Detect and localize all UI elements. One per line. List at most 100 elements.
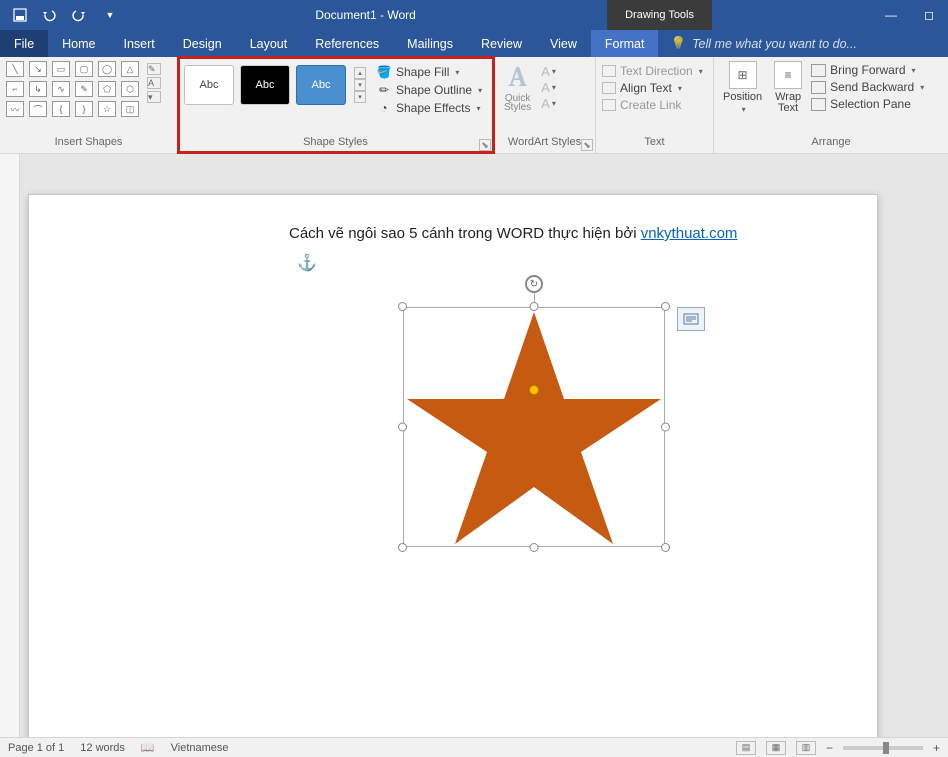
group-label-shape-styles: Shape Styles [184, 135, 487, 153]
view-print-layout[interactable]: ▦ [766, 741, 786, 755]
create-link-button[interactable]: Create Link [602, 98, 681, 112]
shape-triangle[interactable]: △ [121, 61, 139, 77]
zoom-in-button[interactable]: + [933, 741, 940, 755]
shape-gallery-more: ✎ A ▾ [145, 61, 163, 105]
edit-shape-button[interactable]: ✎ [147, 63, 161, 75]
text-fill-button[interactable]: A▾ [541, 64, 556, 79]
layout-options-button[interactable] [677, 307, 705, 331]
text-direction-icon [602, 65, 616, 77]
view-read-mode[interactable]: ▤ [736, 741, 756, 755]
shape-elbow[interactable]: ⌐ [6, 81, 24, 97]
resize-handle-ne[interactable] [661, 302, 670, 311]
tab-layout[interactable]: Layout [236, 30, 302, 57]
shape-curve-conn[interactable]: ∿ [52, 81, 70, 97]
text-outline-button[interactable]: A▾ [541, 80, 556, 95]
tab-insert[interactable]: Insert [110, 30, 169, 57]
style-more[interactable]: ▾ [354, 91, 366, 103]
position-button[interactable]: ⊞ Position▾ [720, 61, 765, 114]
shape-arrow[interactable]: ↘ [29, 61, 47, 77]
shape-effects-label: Shape Effects [396, 101, 471, 115]
shape-curve[interactable]: 〰 [6, 101, 24, 117]
shape-rect[interactable]: ▭ [52, 61, 70, 77]
tab-file[interactable]: File [0, 30, 48, 57]
tab-home[interactable]: Home [48, 30, 109, 57]
wordart-styles-label: Styles [504, 102, 531, 113]
selection-pane-button[interactable]: Selection Pane [811, 97, 924, 111]
save-button[interactable] [6, 1, 34, 29]
wordart-quick-styles[interactable]: A Quick Styles [500, 61, 535, 113]
shape-star[interactable]: ☆ [98, 101, 116, 117]
shape-arc[interactable]: ⌒ [29, 101, 47, 117]
view-web-layout[interactable]: ▥ [796, 741, 816, 755]
shape-style-3[interactable]: Abc [296, 65, 346, 105]
shape-style-2[interactable]: Abc [240, 65, 290, 105]
shape-elbow-arrow[interactable]: ↳ [29, 81, 47, 97]
tab-view[interactable]: View [536, 30, 591, 57]
restore-button[interactable]: ◻ [910, 0, 948, 30]
status-word-count[interactable]: 12 words [80, 742, 125, 754]
style-scroll-up[interactable]: ▴ [354, 67, 366, 79]
shape-brace-r[interactable]: } [75, 101, 93, 117]
qat-customize[interactable]: ▼ [96, 1, 124, 29]
status-proofing-icon[interactable]: 📖 [141, 741, 155, 754]
page[interactable]: Cách vẽ ngôi sao 5 cánh trong WORD thực … [28, 194, 878, 737]
text-direction-button[interactable]: Text Direction▾ [602, 64, 703, 78]
shape-roundrect[interactable]: ▢ [75, 61, 93, 77]
align-text-button[interactable]: Align Text▾ [602, 81, 682, 95]
quick-access-toolbar: ▼ [0, 1, 124, 29]
tell-me-search[interactable]: 💡Tell me what you want to do... [658, 30, 948, 57]
undo-button[interactable] [36, 1, 64, 29]
text-effects-button[interactable]: A▾ [541, 96, 556, 111]
shape-more[interactable]: ▾ [147, 91, 161, 103]
shape-line[interactable]: ╲ [6, 61, 24, 77]
rotate-handle[interactable]: ↻ [525, 275, 543, 293]
anchor-icon[interactable]: ⚓ [297, 253, 317, 273]
shape-style-gallery[interactable]: Abc Abc Abc ▴ ▾ ▾ [184, 61, 366, 105]
redo-button[interactable] [66, 1, 94, 29]
selected-shape[interactable]: ↻ [403, 307, 665, 547]
resize-handle-n[interactable] [530, 302, 539, 311]
style-scroll-down[interactable]: ▾ [354, 79, 366, 91]
shape-oval[interactable]: ◯ [98, 61, 116, 77]
shape-hex[interactable]: ⬡ [121, 81, 139, 97]
shape-polygon[interactable]: ⬠ [98, 81, 116, 97]
tab-references[interactable]: References [301, 30, 393, 57]
resize-handle-sw[interactable] [398, 543, 407, 552]
shape-outline-button[interactable]: ✏Shape Outline▾ [376, 83, 482, 97]
resize-handle-se[interactable] [661, 543, 670, 552]
zoom-thumb[interactable] [883, 742, 889, 754]
shape-brace[interactable]: { [52, 101, 70, 117]
adjustment-handle[interactable] [529, 385, 539, 395]
zoom-slider[interactable] [843, 746, 923, 750]
dialog-launcher-shape-styles[interactable]: ⬊ [479, 139, 491, 151]
shape-effects-button[interactable]: ◔Shape Effects▾ [376, 101, 482, 115]
resize-handle-s[interactable] [530, 543, 539, 552]
tab-design[interactable]: Design [169, 30, 236, 57]
text-box-button[interactable]: A [147, 77, 161, 89]
bring-forward-button[interactable]: Bring Forward ▾ [811, 63, 924, 77]
hyperlink[interactable]: vnkythuat.com [641, 225, 738, 242]
shape-fill-label: Shape Fill [396, 65, 449, 79]
shape-fill-button[interactable]: 🪣Shape Fill▾ [376, 65, 482, 79]
body-text[interactable]: Cách vẽ ngôi sao 5 cánh trong WORD thực … [289, 225, 737, 243]
status-language[interactable]: Vietnamese [171, 742, 229, 754]
shape-callout[interactable]: ◫ [121, 101, 139, 117]
bring-forward-label: Bring Forward [830, 63, 905, 77]
star-shape[interactable] [403, 307, 665, 547]
dialog-launcher-wordart[interactable]: ⬊ [581, 139, 593, 151]
status-page[interactable]: Page 1 of 1 [8, 742, 64, 754]
send-backward-button[interactable]: Send Backward ▾ [811, 80, 924, 94]
zoom-out-button[interactable]: − [826, 741, 833, 755]
resize-handle-w[interactable] [398, 423, 407, 432]
wrap-text-button[interactable]: ≡ Wrap Text [771, 61, 805, 114]
tab-mailings[interactable]: Mailings [393, 30, 467, 57]
minimize-button[interactable]: — [872, 0, 910, 30]
vertical-ruler[interactable] [0, 154, 20, 737]
shape-freeform[interactable]: ✎ [75, 81, 93, 97]
tab-review[interactable]: Review [467, 30, 536, 57]
tab-format[interactable]: Format [591, 30, 659, 57]
resize-handle-e[interactable] [661, 423, 670, 432]
shape-style-1[interactable]: Abc [184, 65, 234, 105]
resize-handle-nw[interactable] [398, 302, 407, 311]
shape-gallery[interactable]: ╲ ↘ ▭ ▢ ◯ △ ⌐ ↳ ∿ ✎ ⬠ ⬡ 〰 ⌒ {} ☆ ◫ [6, 61, 141, 119]
